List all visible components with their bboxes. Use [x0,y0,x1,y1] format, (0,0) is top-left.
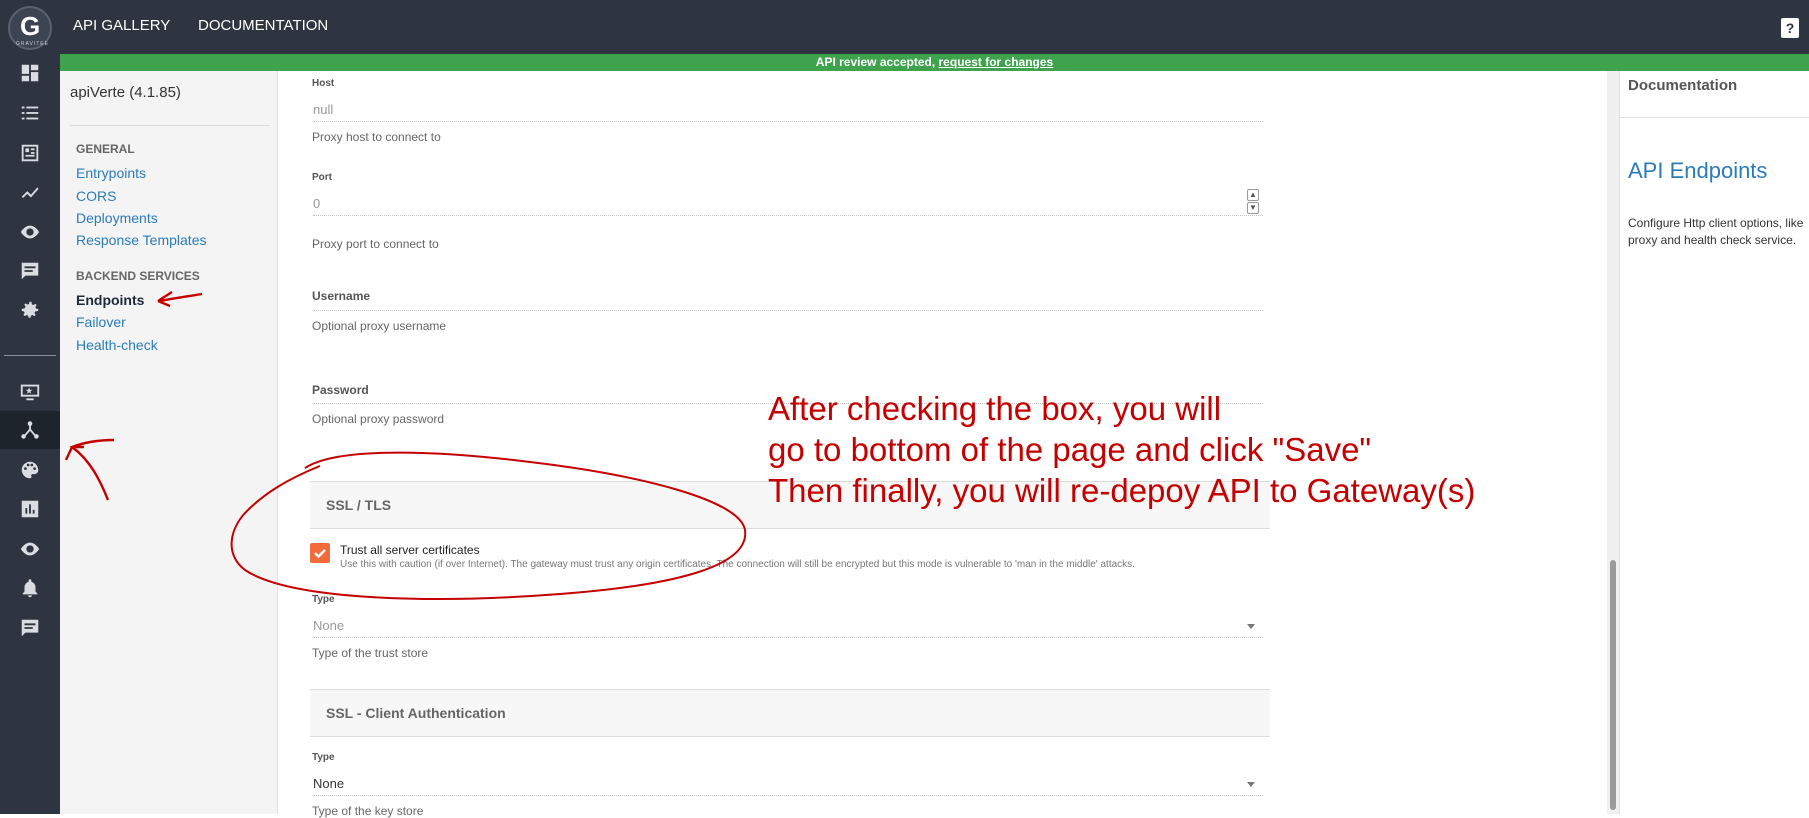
chart-icon[interactable] [0,490,60,528]
trust-all-help: Use this with caution (if over Internet)… [340,559,1135,570]
nav-entrypoints[interactable]: Entrypoints [76,165,146,181]
port-help: Proxy port to connect to [312,237,439,251]
host-input[interactable]: null [313,98,1263,122]
catalog-icon[interactable] [0,134,60,172]
main-scrollbar[interactable] [1607,71,1619,814]
theme-icon[interactable] [0,451,60,489]
username-help: Optional proxy username [312,319,447,333]
documentation-panel: Documentation API Endpoints Configure Ht… [1619,71,1809,814]
annotation-line-2: go to bottom of the page and click "Save… [768,431,1372,468]
messages-icon[interactable] [0,252,60,290]
nav-endpoints[interactable]: Endpoints [76,292,144,308]
dropdown-caret-icon [1247,782,1255,787]
doc-text: Configure Http client options, like prox… [1628,216,1804,247]
nav-response-templates[interactable]: Response Templates [76,232,206,248]
request-changes-link[interactable]: request for changes [939,55,1054,69]
top-bar: G GRAVITEE API GALLERY DOCUMENTATION ? [0,0,1809,54]
api-settings-nav: apiVerte (4.1.85) GENERAL Entrypoints CO… [60,71,278,814]
host-help: Proxy host to connect to [312,130,441,144]
gravitee-logo[interactable]: G GRAVITEE [8,6,52,50]
api-icon[interactable] [0,411,60,449]
password-help: Optional proxy password [312,412,445,426]
eye-icon[interactable] [0,530,60,568]
nav-deployments[interactable]: Deployments [76,210,158,226]
doc-panel-title: Documentation [1628,77,1738,94]
analytics-icon[interactable] [0,173,60,211]
divider [1620,117,1809,118]
trust-all-label: Trust all server certificates [340,543,480,557]
bell-icon[interactable] [0,569,60,607]
host-label: Host [312,78,335,89]
annotation-line-3: Then finally, you will re-depoy API to G… [768,472,1476,509]
check-icon [314,549,326,559]
portal-icon[interactable] [0,373,60,411]
keystore-type-select[interactable]: None [313,772,1263,796]
truststore-type-label: Type [312,594,335,605]
scroll-thumb[interactable] [1610,560,1616,810]
nav-health-check[interactable]: Health-check [76,337,158,353]
documentation-link[interactable]: DOCUMENTATION [198,17,328,34]
help-icon[interactable]: ? [1781,18,1799,38]
port-label: Port [312,172,332,183]
keystore-type-label: Type [312,752,335,763]
decrement-icon[interactable]: ▼ [1247,202,1259,214]
eye-icon[interactable] [0,213,60,251]
settings-icon[interactable] [0,291,60,329]
nav-cors[interactable]: CORS [76,188,116,204]
truststore-help: Type of the trust store [312,646,429,660]
dropdown-caret-icon [1247,624,1255,629]
annotation-line-1: After checking the box, you will [768,390,1222,427]
trust-all-checkbox[interactable] [310,543,330,563]
doc-heading: API Endpoints [1628,158,1768,183]
icon-rail [0,54,60,814]
review-banner: API review accepted, request for changes [60,54,1809,71]
nav-failover[interactable]: Failover [76,314,126,330]
truststore-type-select[interactable]: None [313,614,1263,638]
divider [70,125,270,126]
dashboard-icon[interactable] [0,54,60,92]
port-stepper[interactable]: ▲ ▼ [1247,189,1259,215]
ssl-client-auth-section: SSL - Client Authentication [310,689,1270,737]
general-header: GENERAL [76,142,135,156]
messages-icon[interactable] [0,609,60,647]
list-icon[interactable] [0,94,60,132]
username-input[interactable] [313,287,1263,311]
api-title: apiVerte (4.1.85) [70,84,181,101]
port-input[interactable]: 0 ▲ ▼ [313,189,1263,216]
increment-icon[interactable]: ▲ [1247,189,1259,201]
rail-divider [4,355,56,356]
backend-services-header: BACKEND SERVICES [76,269,200,283]
api-gallery-link[interactable]: API GALLERY [73,17,170,34]
keystore-help: Type of the key store [312,804,424,818]
